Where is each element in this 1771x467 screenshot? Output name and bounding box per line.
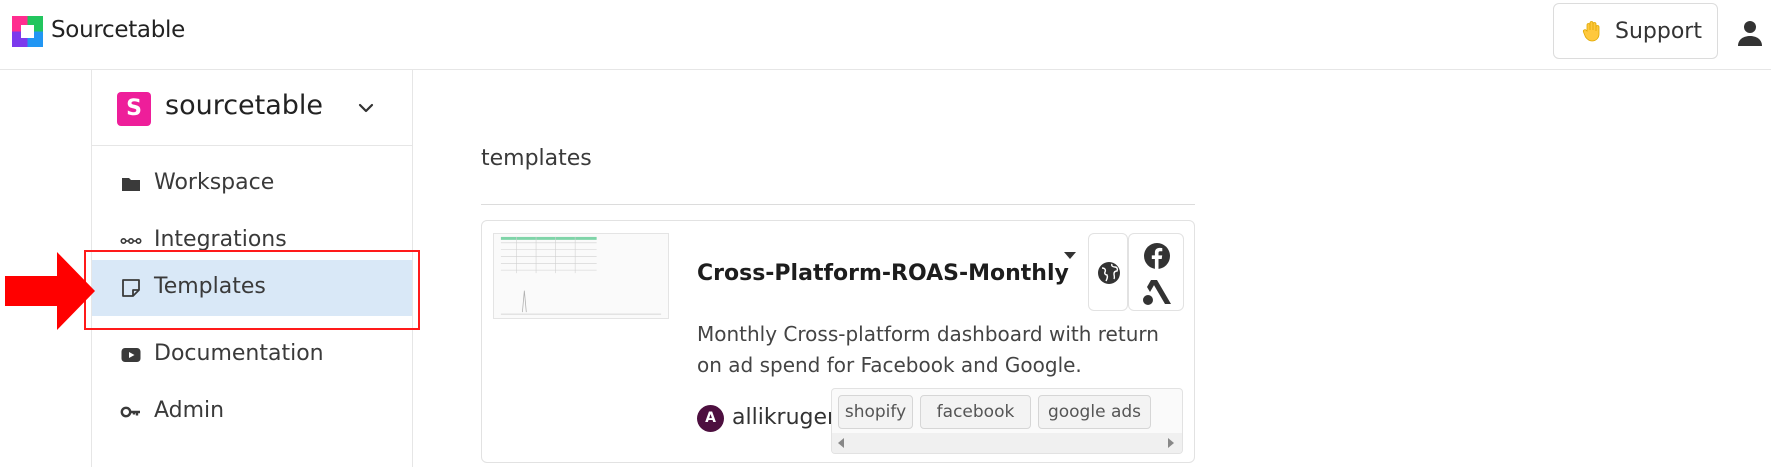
sidebar-item-admin[interactable]: Admin: [92, 384, 412, 440]
workspace-badge: S: [117, 92, 151, 126]
sidebar-item-label: Workspace: [154, 170, 275, 195]
workspace-switcher[interactable]: S sourcetable: [92, 70, 412, 146]
sidebar-item-documentation[interactable]: Documentation: [92, 327, 412, 383]
chevron-down-icon[interactable]: [354, 96, 378, 120]
google-ads-icon: [1143, 280, 1171, 305]
caret-down-icon[interactable]: [1062, 251, 1078, 261]
facebook-icon: [1144, 243, 1170, 269]
template-thumbnail[interactable]: [493, 233, 669, 319]
scroll-right-icon[interactable]: [1168, 438, 1174, 448]
user-account-icon[interactable]: [1735, 18, 1765, 48]
raised-hand-icon: [1582, 21, 1600, 42]
globe-icon: [1098, 262, 1120, 284]
sidebar-item-label: Documentation: [154, 341, 324, 366]
horizontal-scrollbar[interactable]: [832, 433, 1182, 453]
integration-sources: [1128, 233, 1184, 311]
page-title: templates: [481, 146, 592, 171]
annotation-highlight-box: [84, 250, 420, 330]
workspace-name: sourcetable: [165, 90, 324, 121]
template-description: Monthly Cross-platform dashboard with re…: [697, 322, 1159, 377]
template-title[interactable]: Cross-Platform-ROAS-Monthly: [697, 261, 1069, 286]
divider: [481, 204, 1195, 205]
annotation-arrow-icon: [5, 252, 95, 330]
author-avatar: A: [697, 405, 724, 432]
author-name[interactable]: allikruger: [732, 405, 836, 430]
scroll-left-icon[interactable]: [838, 438, 844, 448]
integrations-icon: [120, 238, 142, 245]
tag-google-ads[interactable]: google ads: [1038, 395, 1151, 429]
sourcetable-logo[interactable]: [12, 16, 43, 47]
template-card[interactable]: Cross-Platform-ROAS-Monthly Monthly Cros…: [481, 220, 1195, 463]
youtube-icon: [121, 348, 141, 362]
key-icon: [120, 406, 140, 418]
tag-list[interactable]: shopify facebook ads google ads: [831, 388, 1183, 454]
brand-name: Sourcetable: [51, 17, 185, 43]
support-button[interactable]: Support: [1553, 3, 1718, 59]
support-label: Support: [1615, 19, 1702, 44]
tag-shopify[interactable]: shopify: [838, 395, 913, 429]
sidebar-item-workspace[interactable]: Workspace: [92, 156, 412, 212]
visibility-button[interactable]: [1088, 233, 1128, 311]
sidebar-item-label: Integrations: [154, 227, 287, 252]
tag-facebook-ads[interactable]: facebook ads: [920, 395, 1031, 453]
top-bar: Sourcetable Support: [0, 0, 1771, 70]
sidebar-item-label: Admin: [154, 398, 225, 423]
folder-icon: [122, 178, 140, 191]
